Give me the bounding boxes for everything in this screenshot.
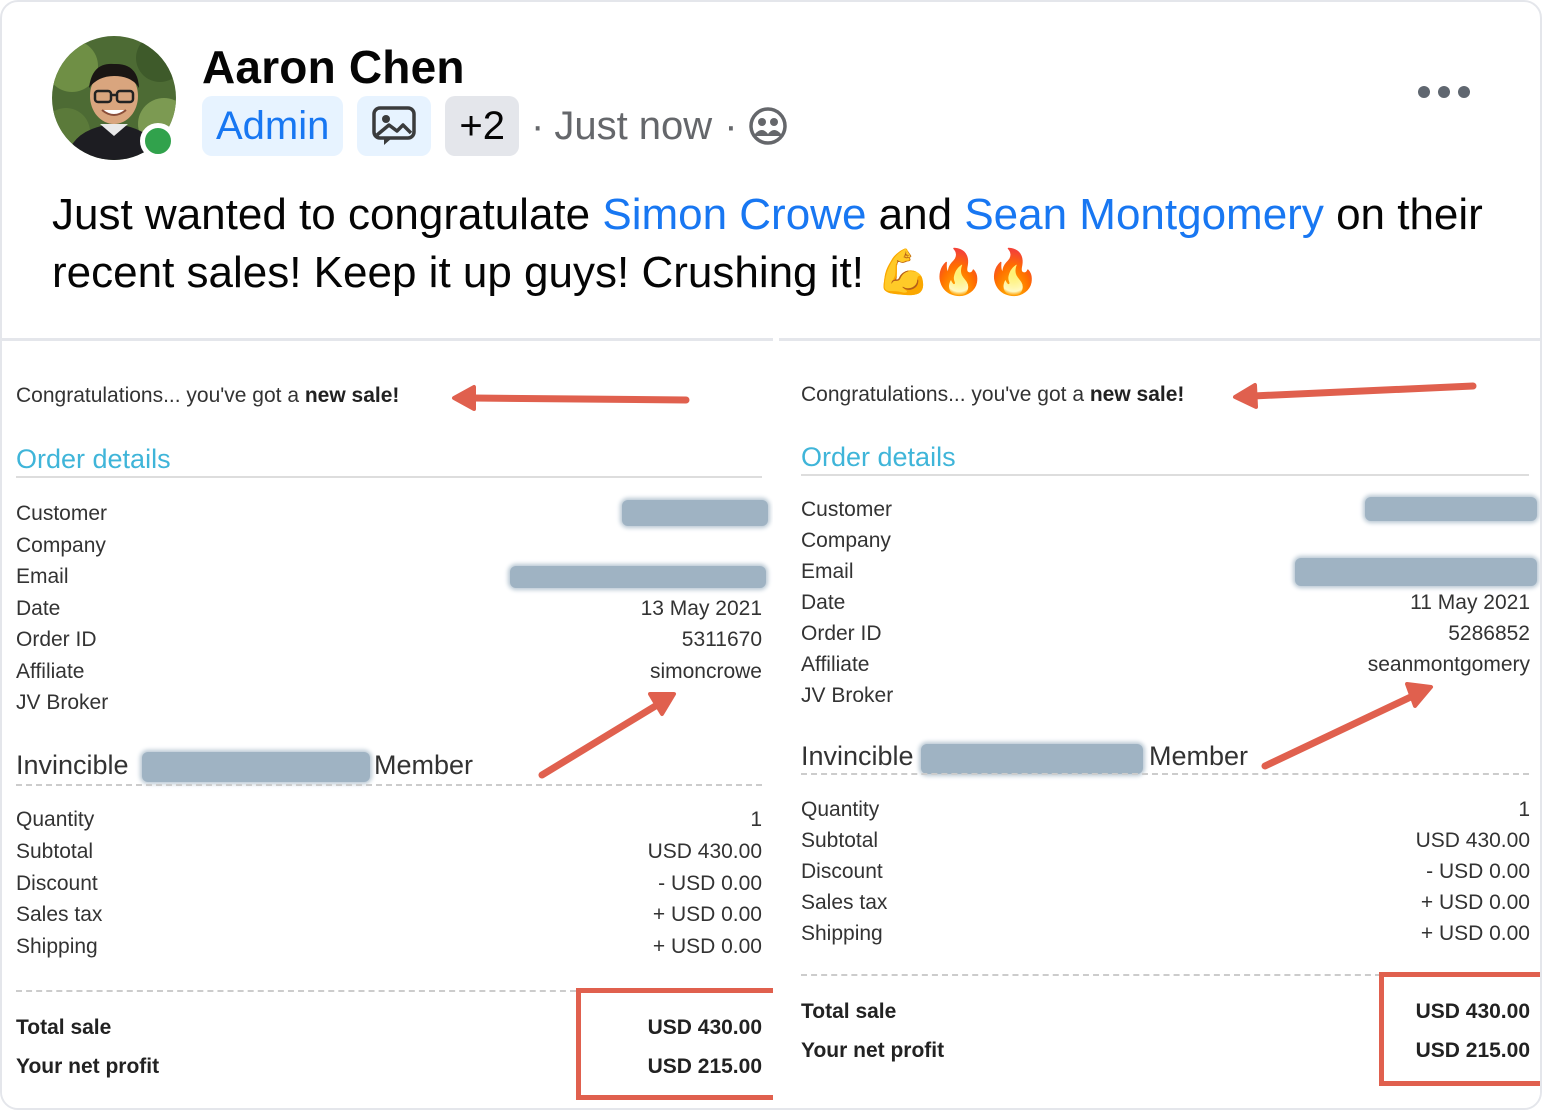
photo-gallery-icon[interactable] xyxy=(357,96,432,156)
post-text-segment: Just wanted to congratulate xyxy=(52,190,603,239)
meta-separator: · xyxy=(724,103,738,148)
post-options-button[interactable] xyxy=(1412,74,1476,110)
dot-icon xyxy=(1438,86,1450,98)
meta-separator: · xyxy=(531,103,545,148)
media-divider xyxy=(2,338,1540,341)
receipt-image-1[interactable]: Congratulations... you've got a new sale… xyxy=(2,342,786,1108)
annotation-arrows xyxy=(1233,382,1477,770)
post-text-segment: and xyxy=(866,190,965,239)
group-audience-icon[interactable] xyxy=(748,106,788,146)
mention-sean-montgomery[interactable]: Sean Montgomery xyxy=(964,190,1324,239)
online-status-indicator xyxy=(140,123,176,159)
emoji-flex-fire: 💪🔥🔥 xyxy=(876,248,1041,297)
receipt-image-2[interactable]: Congratulations... you've got a new sale… xyxy=(779,342,1540,1108)
mention-simon-crowe[interactable]: Simon Crowe xyxy=(602,190,866,239)
more-badges-count[interactable]: +2 xyxy=(445,96,519,156)
admin-badge[interactable]: Admin xyxy=(202,96,344,156)
annotation-arrows xyxy=(452,385,690,779)
author-name[interactable]: Aaron Chen xyxy=(202,40,465,94)
post-meta: Admin +2 · Just now · xyxy=(202,96,788,156)
dot-icon xyxy=(1418,86,1430,98)
post-timestamp[interactable]: Just now xyxy=(554,104,712,149)
post-message: Just wanted to congratulate Simon Crowe … xyxy=(52,186,1512,302)
post-card: Aaron Chen Admin +2 · Just now · Just wa… xyxy=(0,0,1542,1110)
dot-icon xyxy=(1458,86,1470,98)
